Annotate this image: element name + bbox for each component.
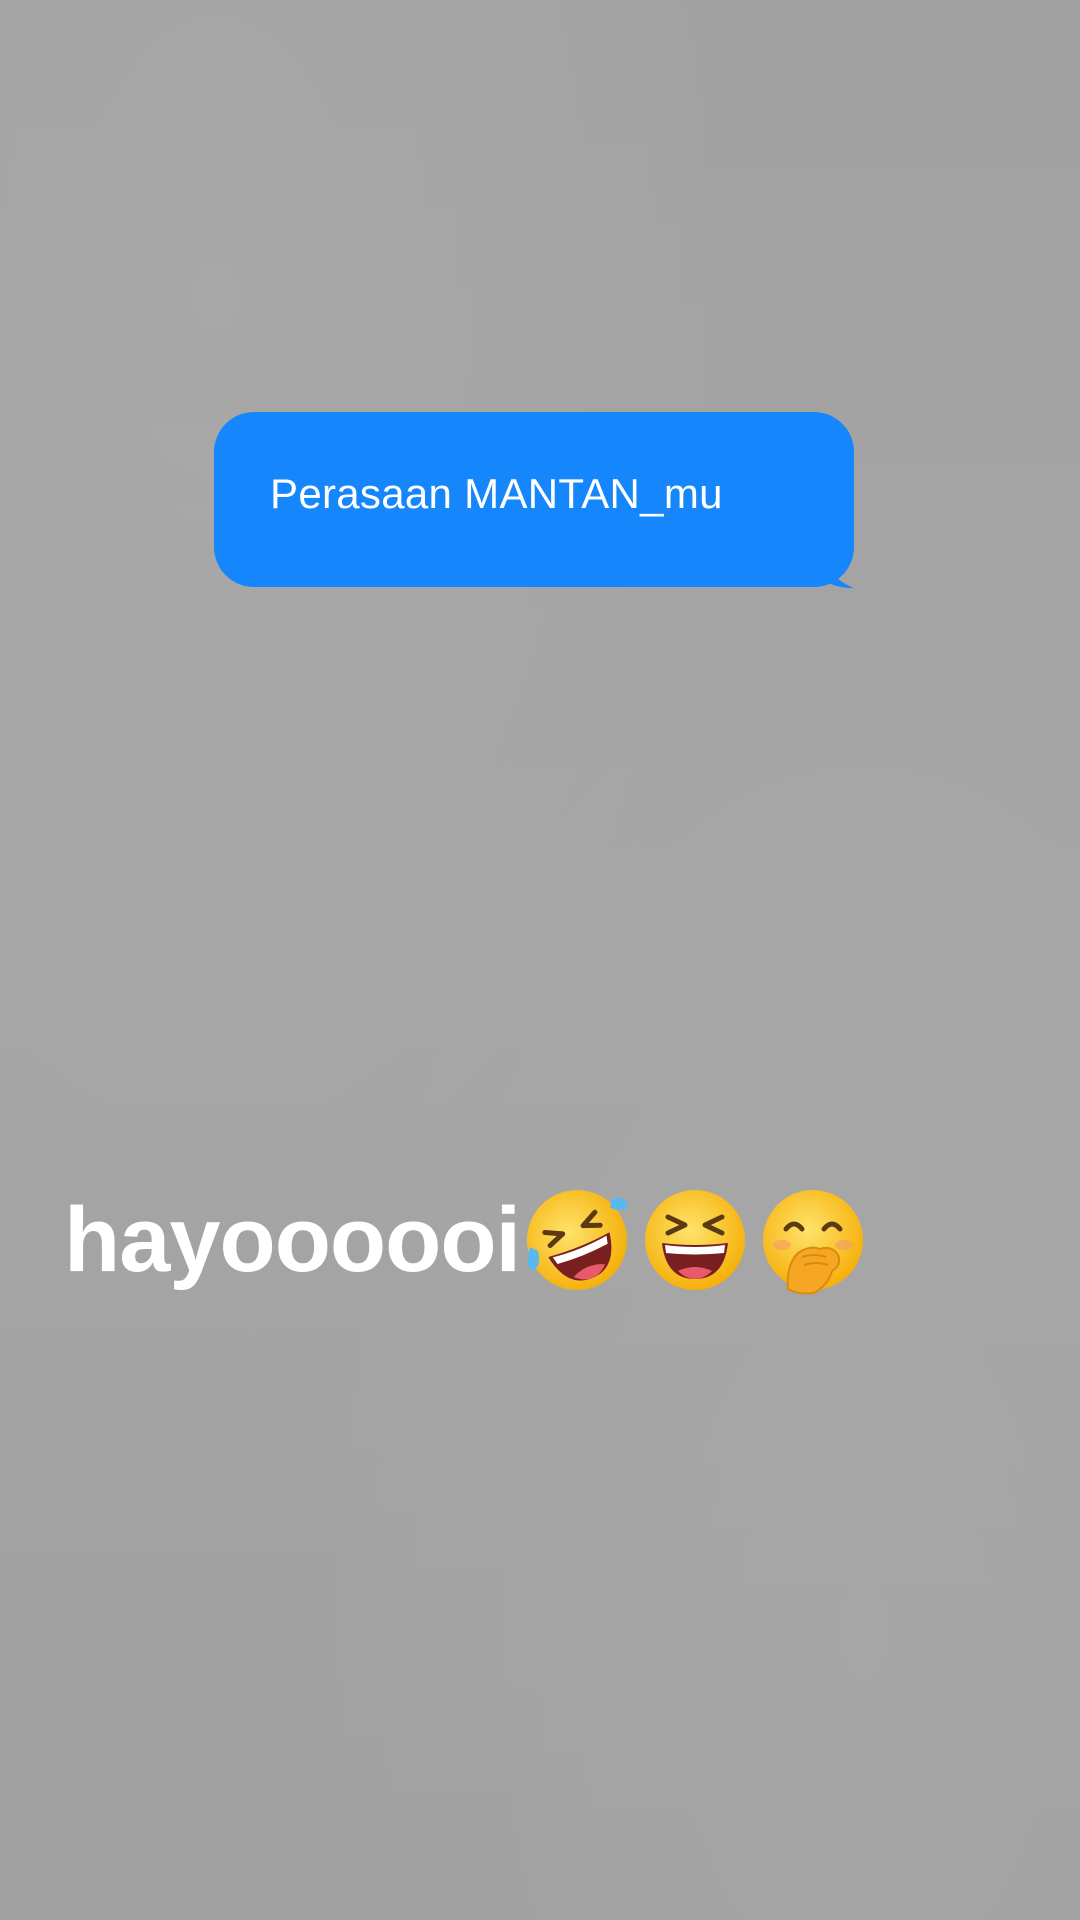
grinning-squinting-face-emoji [645, 1190, 746, 1290]
message-bubble: Perasaan MANTAN_mu [214, 412, 864, 592]
message-text: Perasaan MANTAN_mu [270, 470, 723, 517]
message-bubble-body: Perasaan MANTAN_mu [214, 412, 854, 587]
face-with-hand-over-mouth-emoji [763, 1190, 864, 1295]
rolling-on-floor-laughing-emoji [527, 1190, 629, 1290]
message-bubble-tail [824, 550, 854, 588]
caption: hayoooooi [64, 1180, 868, 1300]
background [0, 0, 1080, 1920]
caption-text: hayoooooi [64, 1188, 521, 1291]
